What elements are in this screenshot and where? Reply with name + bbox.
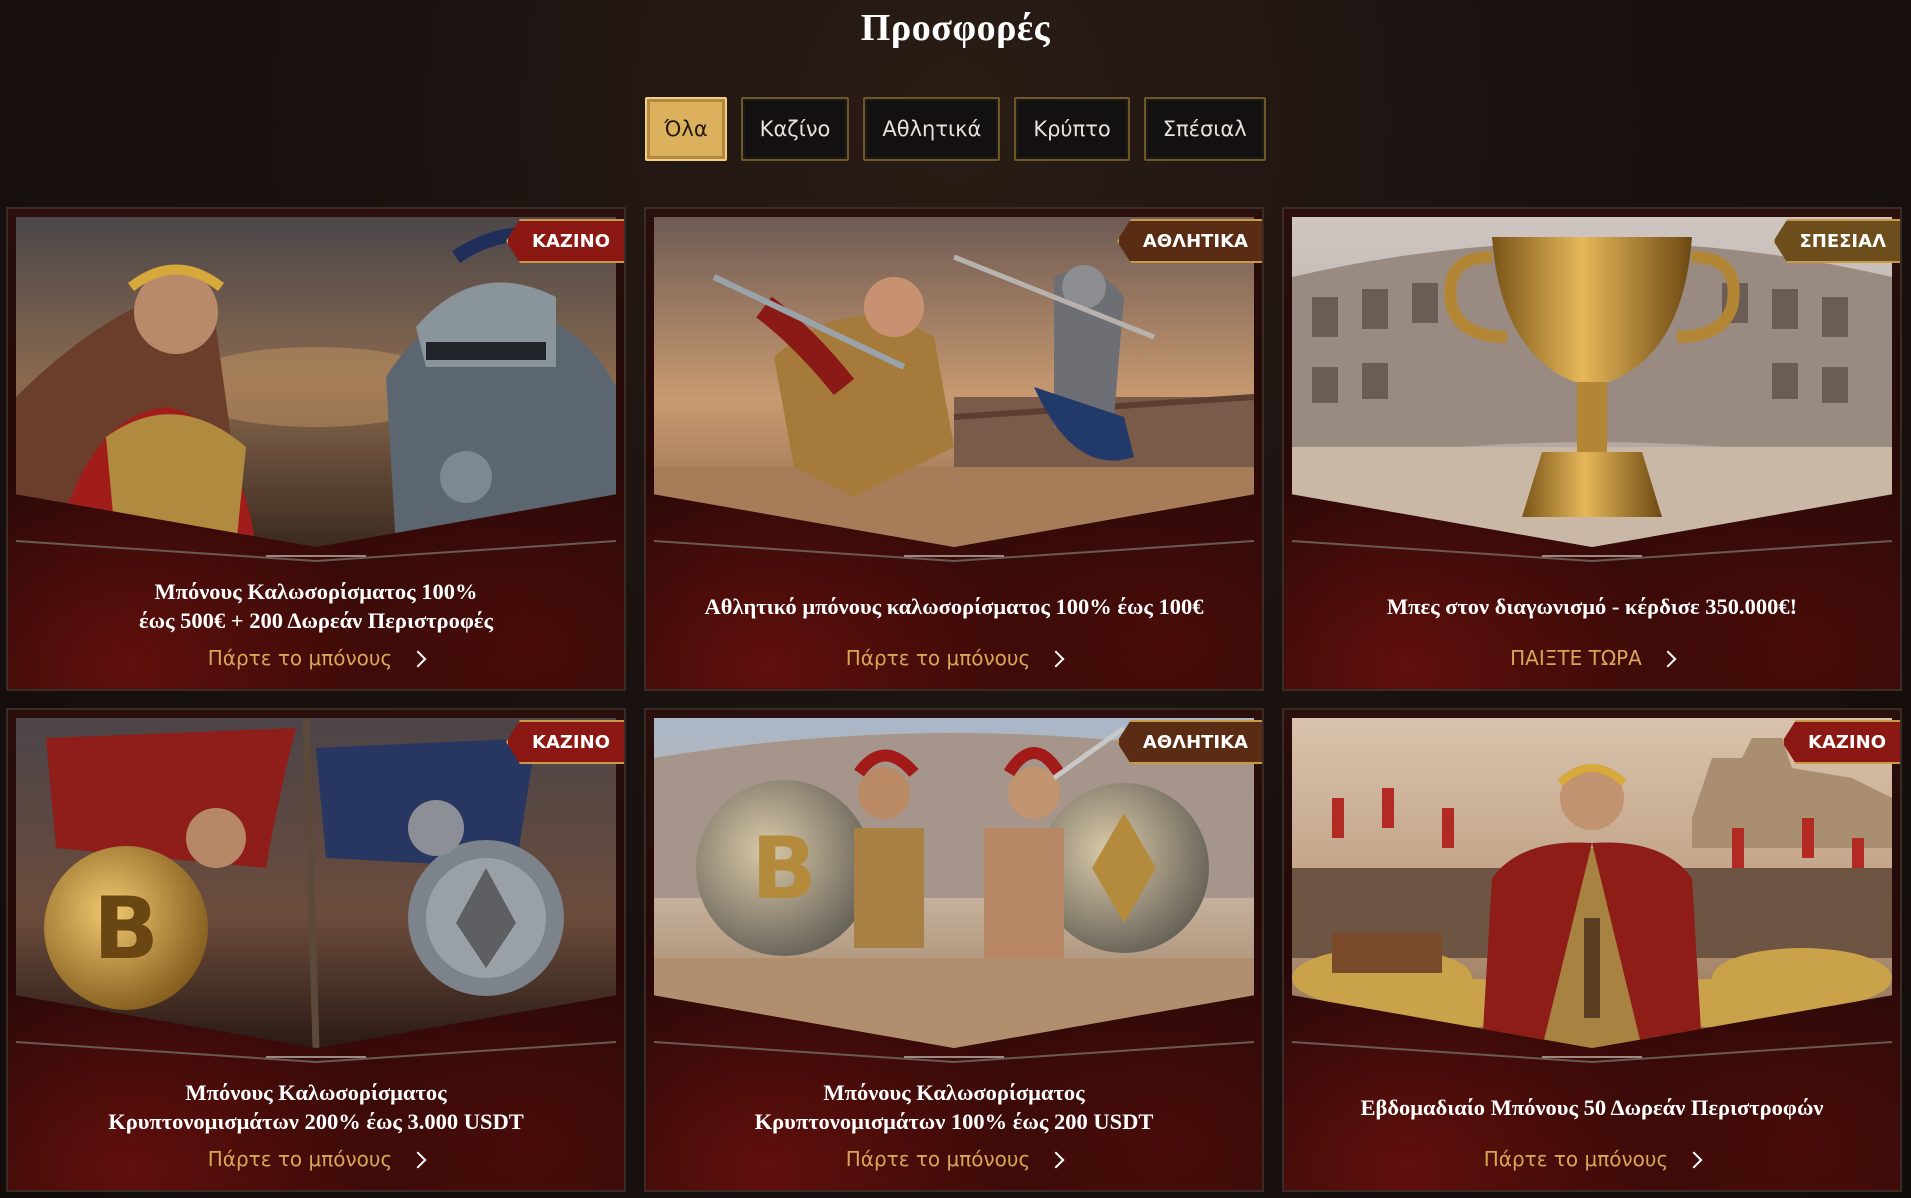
filter-tabs: Όλα Καζίνο Αθλητικά Κρύπτο Σπέσιαλ — [0, 97, 1911, 161]
offer-title: Αθλητικό μπόνους καλωσορίσματος 100% έως… — [704, 593, 1204, 619]
claim-bonus-link[interactable]: Πάρτε το μπόνους — [646, 641, 1262, 675]
chevron-right-icon — [409, 1151, 427, 1168]
card-divider — [16, 1040, 616, 1064]
filter-crypto[interactable]: Κρύπτο — [1014, 97, 1130, 161]
svg-text:B: B — [93, 879, 159, 979]
offer-card[interactable]: ΚΑΖΙΝΟ Μπόνους Καλωσορίσματος 100% έως 5… — [6, 207, 626, 691]
offer-image-gladiators-duel — [16, 217, 616, 547]
filter-sports[interactable]: Αθλητικά — [863, 97, 1001, 161]
claim-bonus-label: Πάρτε το μπόνους — [845, 1147, 1031, 1171]
offer-badge: ΑΘΛΗΤΙΚΑ — [1116, 720, 1262, 764]
offer-image-golden-trophy — [1292, 217, 1892, 547]
offer-badge: ΚΑΖΙΝΟ — [1782, 720, 1900, 764]
filter-special[interactable]: Σπέσιαλ — [1143, 97, 1266, 161]
offer-image-arena-fight — [654, 217, 1254, 547]
offer-badge: ΚΑΖΙΝΟ — [506, 720, 624, 764]
claim-bonus-label: Πάρτε το μπόνους — [845, 646, 1031, 670]
svg-text:B: B — [751, 819, 817, 919]
offer-title: Μπόνους Καλωσορίσματος Κρυπτονομισμάτων … — [108, 1080, 524, 1134]
chevron-right-icon — [409, 650, 427, 667]
offer-image-emperor-treasure — [1292, 718, 1892, 1048]
offer-card[interactable]: B ΑΘΛΗΤΙΚΑ Μπόνους Καλωσορίσματος Κρυπτο… — [644, 708, 1264, 1192]
claim-bonus-label: Πάρτε το μπόνους — [207, 1147, 393, 1171]
claim-bonus-link[interactable]: Πάρτε το μπόνους — [8, 641, 624, 675]
offer-image-crypto-shields: B — [16, 718, 616, 1048]
play-now-label: ΠΑΙΞΤΕ ΤΩΡΑ — [1510, 646, 1642, 670]
claim-bonus-link[interactable]: Πάρτε το μπόνους — [8, 1142, 624, 1176]
offer-card[interactable]: ΑΘΛΗΤΙΚΑ Αθλητικό μπόνους καλωσορίσματος… — [644, 207, 1264, 691]
chevron-right-icon — [1047, 1151, 1065, 1168]
filter-casino[interactable]: Καζίνο — [740, 97, 850, 161]
offer-badge: ΚΑΖΙΝΟ — [506, 219, 624, 263]
claim-bonus-link[interactable]: Πάρτε το μπόνους — [646, 1142, 1262, 1176]
offer-badge: ΣΠΕΣΙΑΛ — [1773, 219, 1900, 263]
claim-bonus-link[interactable]: Πάρτε το μπόνους — [1284, 1142, 1900, 1176]
offer-card[interactable]: ΚΑΖΙΝΟ Εβδομαδιαίο Μπόνους 50 Δωρεάν Περ… — [1282, 708, 1902, 1192]
card-divider — [654, 1040, 1254, 1064]
filter-all[interactable]: Όλα — [645, 97, 727, 161]
card-divider — [1292, 1040, 1892, 1064]
offer-title: Εβδομαδιαίο Μπόνους 50 Δωρεάν Περιστροφώ… — [1360, 1094, 1824, 1120]
chevron-right-icon — [1659, 650, 1677, 667]
chevron-right-icon — [1685, 1151, 1703, 1168]
offer-card[interactable]: B ΚΑΖΙΝΟ Μπόνους Καλωσορίσματος Κρυπτονο… — [6, 708, 626, 1192]
offer-title: Μπες στον διαγωνισμό - κέρδισε 350.000€! — [1386, 593, 1798, 619]
offer-title: Μπόνους Καλωσορίσματος 100% έως 500€ + 2… — [138, 579, 493, 633]
offer-card[interactable]: ΣΠΕΣΙΑΛ Μπες στον διαγωνισμό - κέρδισε 3… — [1282, 207, 1902, 691]
offer-badge: ΑΘΛΗΤΙΚΑ — [1116, 219, 1262, 263]
card-divider — [16, 539, 616, 563]
claim-bonus-label: Πάρτε το μπόνους — [1483, 1147, 1669, 1171]
page-title: Προσφορές — [860, 7, 1051, 49]
card-divider — [1292, 539, 1892, 563]
offer-image-bitcoin-ethereum-gladiators: B — [654, 718, 1254, 1048]
offer-title: Μπόνους Καλωσορίσματος Κρυπτονομισμάτων … — [754, 1080, 1154, 1134]
chevron-right-icon — [1047, 650, 1065, 667]
claim-bonus-label: Πάρτε το μπόνους — [207, 646, 393, 670]
play-now-link[interactable]: ΠΑΙΞΤΕ ΤΩΡΑ — [1284, 641, 1900, 675]
offers-grid: ΚΑΖΙΝΟ Μπόνους Καλωσορίσματος 100% έως 5… — [6, 207, 1902, 1192]
card-divider — [654, 539, 1254, 563]
